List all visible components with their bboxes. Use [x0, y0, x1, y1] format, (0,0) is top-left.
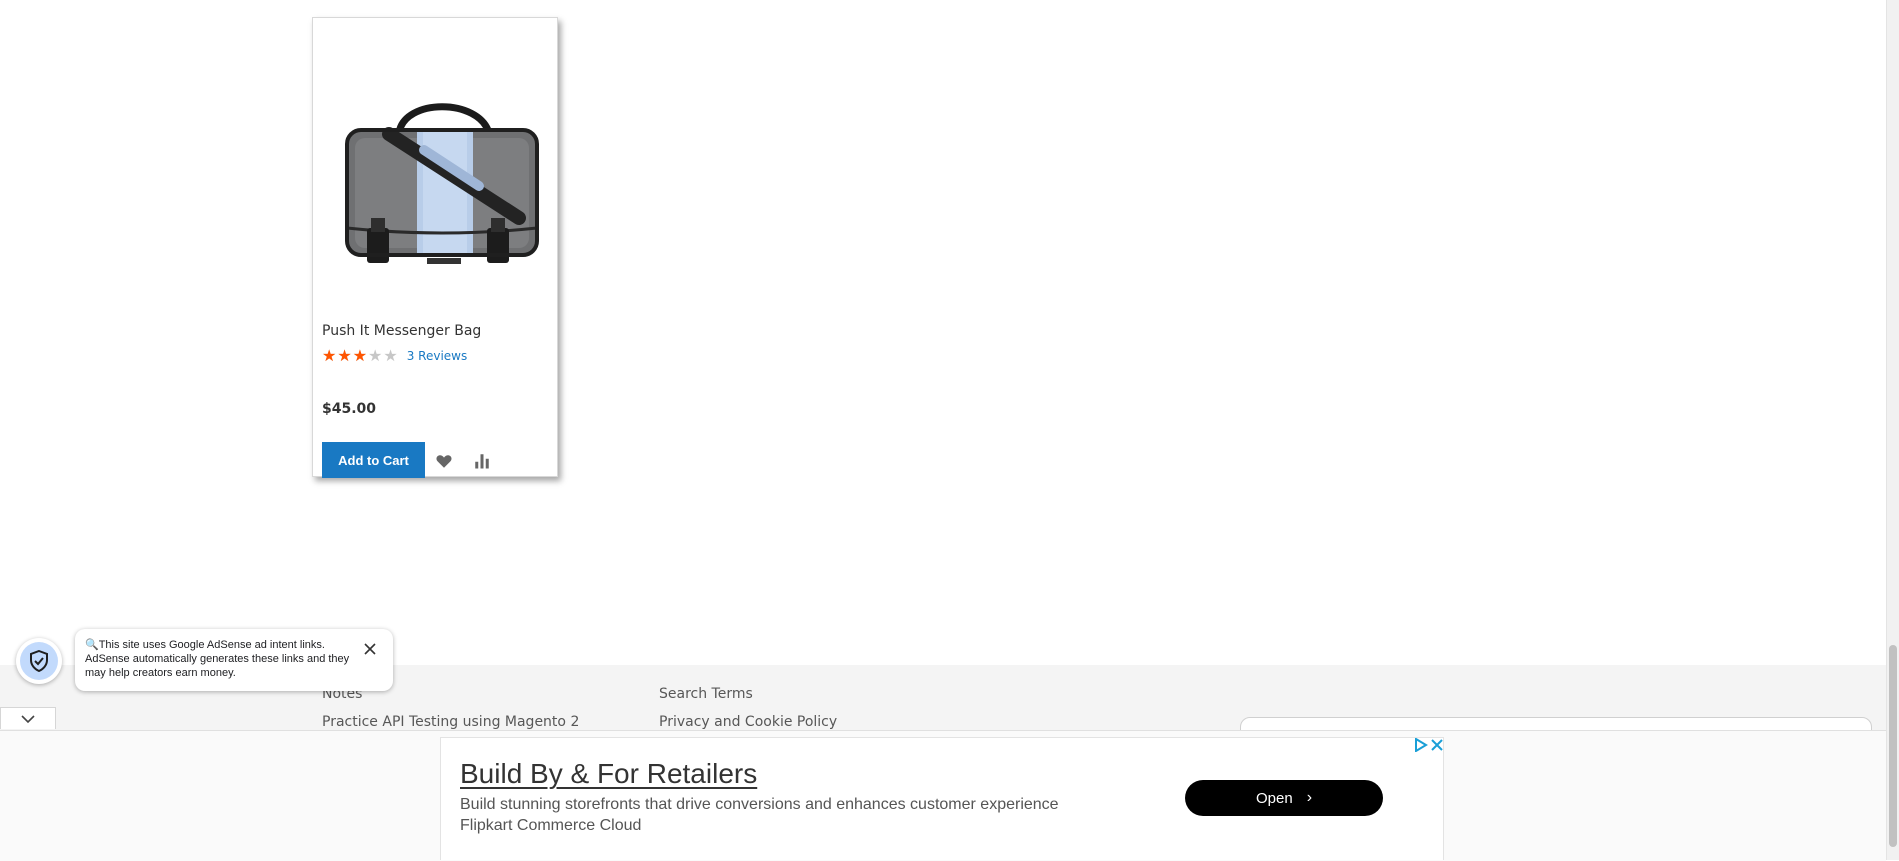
shield-badge-inner — [20, 642, 58, 680]
product-rating: ★★★★★ ★★★★★ 3 Reviews — [322, 348, 467, 364]
adsense-shield-badge[interactable] — [16, 638, 62, 684]
adsense-notice: 🔍This site uses Google AdSense ad intent… — [75, 629, 393, 691]
close-icon[interactable] — [362, 641, 378, 657]
wishlist-heart-icon[interactable] — [435, 452, 453, 470]
chevron-right-icon: › — [1306, 789, 1313, 806]
rating-stars: ★★★★★ ★★★★★ — [322, 348, 399, 364]
page-scrollbar[interactable] — [1886, 0, 1899, 860]
reviews-link[interactable]: 3 Reviews — [407, 349, 468, 363]
chevron-down-icon — [21, 714, 35, 723]
ad-advertiser[interactable]: Flipkart Commerce Cloud — [460, 817, 641, 835]
product-card: Push It Messenger Bag ★★★★★ ★★★★★ 3 Revi… — [312, 17, 558, 478]
product-price: $45.00 — [322, 401, 377, 417]
ad-title[interactable]: Build By & For Retailers — [460, 758, 757, 790]
compare-icon[interactable] — [473, 452, 491, 470]
rating-stars-fill: ★★★★★ — [322, 348, 369, 364]
shield-check-icon — [30, 650, 48, 672]
scrollbar-thumb[interactable] — [1889, 645, 1897, 847]
adsense-notice-text: 🔍This site uses Google AdSense ad intent… — [85, 639, 350, 679]
product-image[interactable] — [329, 78, 549, 278]
footer-link-privacy[interactable]: Privacy and Cookie Policy — [659, 714, 837, 730]
ad-open-button[interactable]: Open › — [1185, 780, 1383, 816]
ad-open-label: Open — [1255, 789, 1293, 807]
ad-close-icon[interactable] — [1430, 738, 1444, 752]
footer-link-search-terms[interactable]: Search Terms — [659, 686, 753, 702]
adchoices-icon[interactable] — [1414, 738, 1428, 752]
add-to-cart-button[interactable]: Add to Cart — [322, 442, 425, 478]
ad-description[interactable]: Build stunning storefronts that drive co… — [460, 796, 1059, 814]
footer-link-api-testing[interactable]: Practice API Testing using Magento 2 — [322, 714, 579, 730]
product-name[interactable]: Push It Messenger Bag — [322, 323, 481, 339]
ad-collapse-tab[interactable] — [0, 707, 56, 729]
